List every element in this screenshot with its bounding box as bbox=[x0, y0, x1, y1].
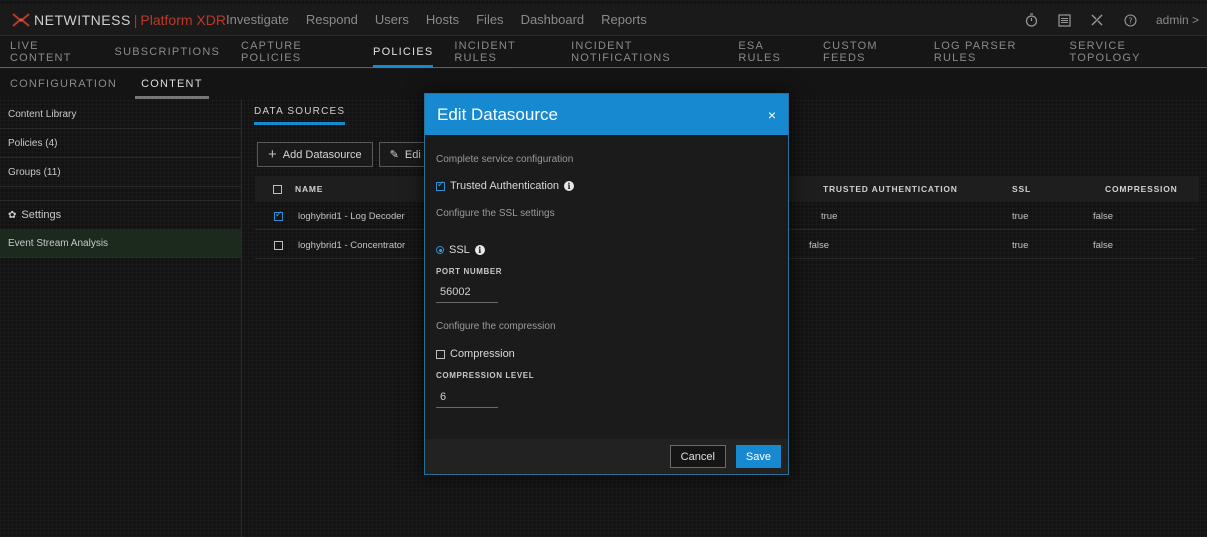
port-number-label: PORT NUMBER bbox=[436, 267, 503, 276]
timer-icon[interactable] bbox=[1024, 13, 1039, 28]
edit-datasource-label: Edi bbox=[404, 148, 421, 161]
subnav-custom-feeds[interactable]: CUSTOM FEEDS bbox=[823, 36, 913, 68]
compression-level-input[interactable]: 6 bbox=[436, 386, 498, 408]
row-compression: false bbox=[1093, 239, 1114, 251]
row-compression: false bbox=[1093, 210, 1114, 222]
row-name: loghybrid1 - Log Decoder bbox=[298, 210, 405, 222]
sidebar-item-content-library[interactable]: Content Library bbox=[0, 100, 241, 129]
compression-level-label: COMPRESSION LEVEL bbox=[436, 371, 535, 380]
svg-text:?: ? bbox=[1128, 16, 1132, 25]
topnav-hosts[interactable]: Hosts bbox=[426, 12, 459, 27]
sidebar-divider bbox=[0, 187, 241, 201]
topnav-investigate[interactable]: Investigate bbox=[226, 12, 289, 27]
add-datasource-label: Add Datasource bbox=[282, 148, 362, 161]
checkbox-unchecked-icon bbox=[436, 349, 445, 359]
sidebar-settings-header: ✿ Settings bbox=[0, 201, 241, 229]
row-ssl: true bbox=[1012, 210, 1029, 222]
topnav-reports[interactable]: Reports bbox=[601, 12, 647, 27]
topnav-files[interactable]: Files bbox=[476, 12, 503, 27]
info-icon[interactable]: i bbox=[564, 181, 575, 191]
ssl-radio[interactable]: SSL i bbox=[436, 244, 485, 256]
port-number-input[interactable]: 56002 bbox=[436, 281, 498, 303]
info-icon[interactable]: i bbox=[474, 245, 485, 255]
compression-checkbox[interactable]: Compression bbox=[436, 348, 515, 360]
sidebar-item-event-stream-analysis[interactable]: Event Stream Analysis bbox=[0, 229, 241, 258]
dialog-footer: Cancel Save bbox=[425, 439, 788, 474]
toolbar: + Add Datasource ✎ Edi bbox=[257, 142, 432, 167]
subnav-service-topology[interactable]: SERVICE TOPOLOGY bbox=[1070, 36, 1186, 68]
brand-product: Platform XDR bbox=[140, 11, 226, 28]
subnav-esa-rules[interactable]: ESA RULES bbox=[738, 36, 802, 68]
dialog-header: Edit Datasource × bbox=[425, 94, 788, 135]
ssl-heading: Configure the SSL settings bbox=[436, 208, 555, 219]
cancel-button[interactable]: Cancel bbox=[669, 445, 726, 468]
netwitness-logo-icon bbox=[12, 12, 30, 27]
topnav-users[interactable]: Users bbox=[375, 12, 409, 27]
row-name: loghybrid1 - Concentrator bbox=[298, 239, 406, 251]
compression-heading: Configure the compression bbox=[436, 321, 556, 332]
dialog-body: Complete service configuration Trusted A… bbox=[425, 135, 788, 440]
tab-content[interactable]: CONTENT bbox=[135, 69, 209, 99]
tools-icon[interactable] bbox=[1090, 13, 1105, 28]
subnav-policies[interactable]: POLICIES bbox=[373, 36, 434, 68]
compression-label: Compression bbox=[450, 348, 515, 360]
subnav-incident-rules[interactable]: INCIDENT RULES bbox=[454, 36, 550, 68]
sidebar: Content Library Policies (4) Groups (11)… bbox=[0, 100, 242, 537]
gear-icon: ✿ bbox=[8, 209, 17, 221]
topnav-respond[interactable]: Respond bbox=[306, 12, 358, 27]
dialog-title: Edit Datasource bbox=[437, 104, 558, 124]
sidebar-item-groups[interactable]: Groups (11) bbox=[0, 158, 241, 187]
column-trusted-authentication[interactable]: TRUSTED AUTHENTICATION bbox=[823, 176, 958, 202]
row-trusted: true bbox=[821, 210, 838, 222]
row-ssl: true bbox=[1012, 239, 1029, 251]
subnav-incident-notifications[interactable]: INCIDENT NOTIFICATIONS bbox=[571, 36, 717, 68]
top-nav: Investigate Respond Users Hosts Files Da… bbox=[226, 12, 664, 27]
topnav-dashboard[interactable]: Dashboard bbox=[521, 12, 585, 27]
ssl-label: SSL bbox=[449, 244, 470, 256]
add-datasource-button[interactable]: + Add Datasource bbox=[257, 142, 373, 167]
subnav-live-content[interactable]: LIVE CONTENT bbox=[10, 36, 94, 68]
column-name[interactable]: NAME bbox=[295, 176, 323, 202]
save-button[interactable]: Save bbox=[735, 445, 781, 468]
edit-datasource-dialog: Edit Datasource × Complete service confi… bbox=[424, 93, 789, 475]
checklist-icon[interactable] bbox=[1057, 13, 1072, 28]
trusted-auth-checkbox[interactable]: Trusted Authentication i bbox=[436, 179, 575, 192]
radio-selected-icon bbox=[436, 246, 444, 254]
column-compression[interactable]: COMPRESSION bbox=[1105, 176, 1178, 202]
column-ssl[interactable]: SSL bbox=[1012, 176, 1031, 202]
checkbox-checked-icon bbox=[436, 179, 445, 191]
tab-data-sources[interactable]: DATA SOURCES bbox=[254, 106, 346, 125]
service-config-heading: Complete service configuration bbox=[436, 154, 574, 165]
row-checkbox[interactable] bbox=[274, 231, 283, 259]
close-icon[interactable]: × bbox=[768, 107, 776, 123]
select-all-checkbox[interactable] bbox=[273, 176, 282, 202]
subnav-subscriptions[interactable]: SUBSCRIPTIONS bbox=[115, 36, 220, 68]
tab-configuration[interactable]: CONFIGURATION bbox=[10, 69, 117, 99]
plus-icon: + bbox=[268, 146, 277, 163]
brand-separator: | bbox=[133, 11, 138, 28]
pencil-icon: ✎ bbox=[389, 149, 399, 161]
help-icon[interactable]: ? bbox=[1123, 13, 1138, 28]
sub-nav: LIVE CONTENT SUBSCRIPTIONS CAPTURE POLIC… bbox=[0, 36, 1207, 68]
subnav-log-parser-rules[interactable]: LOG PARSER RULES bbox=[934, 36, 1049, 68]
brand[interactable]: NETWITNESS | Platform XDR bbox=[0, 12, 226, 28]
user-menu[interactable]: admin > bbox=[1156, 13, 1199, 27]
brand-name: NETWITNESS bbox=[34, 11, 131, 28]
trusted-auth-label: Trusted Authentication bbox=[450, 180, 560, 192]
topbar-right: ? admin > bbox=[1024, 4, 1199, 36]
top-bar: NETWITNESS | Platform XDR Investigate Re… bbox=[0, 4, 1207, 36]
sidebar-settings-label: Settings bbox=[21, 209, 62, 221]
subnav-capture-policies[interactable]: CAPTURE POLICIES bbox=[241, 36, 352, 68]
row-checkbox[interactable] bbox=[274, 202, 283, 230]
sidebar-item-policies[interactable]: Policies (4) bbox=[0, 129, 241, 158]
row-trusted: false bbox=[809, 239, 830, 251]
